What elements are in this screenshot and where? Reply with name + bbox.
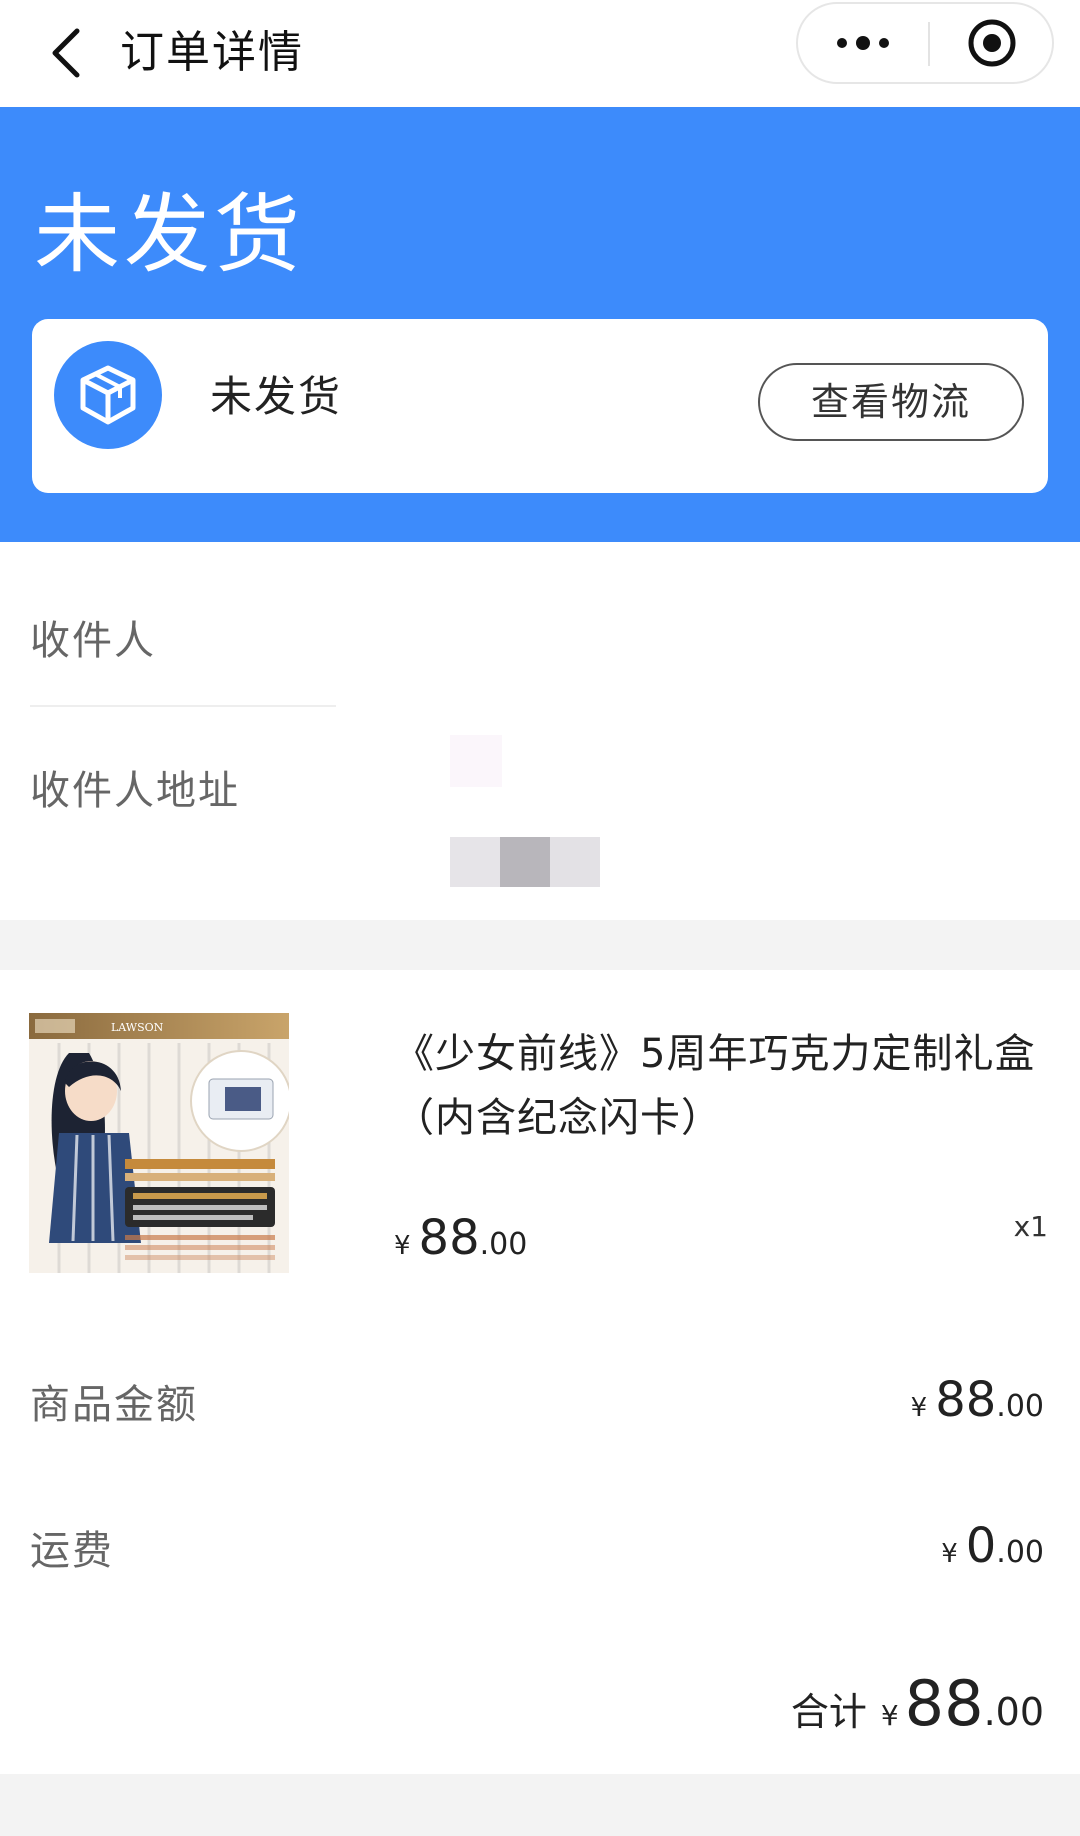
receiver-address-label: 收件人地址: [30, 768, 240, 814]
package-box-icon: [54, 341, 162, 449]
product-image[interactable]: LAWSON: [29, 1013, 289, 1273]
shipping-status-card: 未发货 查看物流: [32, 319, 1048, 493]
close-button[interactable]: [930, 4, 1054, 82]
redacted-receiver-name: [450, 735, 502, 787]
total-decimal: .00: [983, 1690, 1044, 1734]
amount-integer: 0: [965, 1518, 997, 1574]
price-integer: 88: [418, 1210, 480, 1266]
product-image-brand: LAWSON: [111, 1021, 164, 1034]
product-quantity: x1: [1013, 1210, 1048, 1243]
goods-amount-label: 商品金额: [30, 1382, 198, 1428]
shipping-fee-value: ¥0.00: [941, 1518, 1044, 1574]
receiver-info-section: 收件人 收件人地址: [0, 542, 1080, 920]
mini-program-capsule: [796, 2, 1054, 84]
total-integer: 88: [904, 1667, 984, 1740]
redacted-receiver-address: [450, 837, 600, 887]
amount-decimal: .00: [996, 1535, 1044, 1570]
back-button[interactable]: [34, 18, 98, 88]
chevron-left-icon: [52, 28, 80, 78]
order-items-section: LAWSON 《少女前线》5周年巧克力定制礼盒（内含纪念闪卡） ¥ 88.00 …: [0, 970, 1080, 1774]
currency-symbol: ¥: [910, 1393, 928, 1423]
order-total: 合计 ¥88.00: [791, 1667, 1044, 1740]
currency-symbol: ¥: [941, 1539, 958, 1569]
order-status-header: 未发货 未发货 查看物流: [0, 107, 1080, 542]
receiver-name-label: 收件人: [30, 618, 156, 664]
more-button[interactable]: [798, 4, 928, 82]
currency-symbol: ¥: [394, 1231, 411, 1261]
view-logistics-button[interactable]: 查看物流: [758, 363, 1024, 441]
product-price: ¥88.00: [394, 1210, 527, 1270]
currency-symbol: ¥: [880, 1699, 899, 1732]
price-decimal: .00: [479, 1227, 528, 1262]
top-nav-bar: 订单详情: [0, 0, 1080, 107]
total-label: 合计: [790, 1690, 867, 1734]
order-status-title: 未发货: [34, 185, 304, 285]
more-dots-icon: [837, 36, 889, 50]
divider: [30, 705, 336, 707]
shipping-status-text: 未发货: [210, 372, 343, 421]
goods-amount-value: ¥88.00: [911, 1372, 1044, 1428]
amount-integer: 88: [935, 1372, 997, 1428]
amount-decimal: .00: [996, 1389, 1044, 1424]
product-title[interactable]: 《少女前线》5周年巧克力定制礼盒（内含纪念闪卡）: [394, 1022, 1044, 1150]
target-close-icon: [968, 19, 1016, 67]
page-title: 订单详情: [120, 27, 304, 78]
shipping-fee-label: 运费: [30, 1528, 114, 1574]
